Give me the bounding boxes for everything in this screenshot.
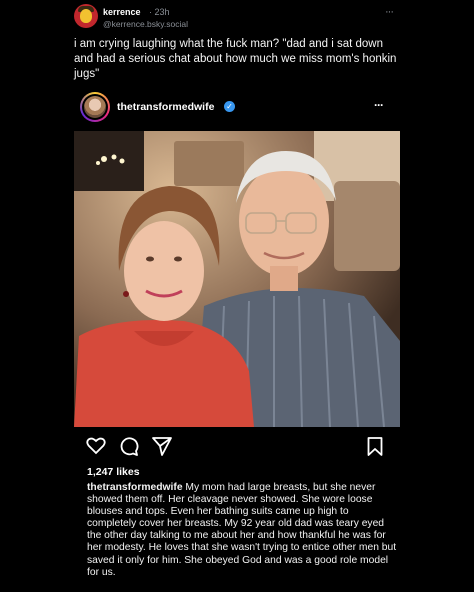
more-options-icon[interactable]: ··· — [385, 6, 394, 18]
caption-text: My mom had large breasts, but she never … — [87, 482, 397, 578]
post: kerrence · 23h @kerrence.bsky.social ···… — [0, 0, 474, 592]
embed-caption: thetransformedwife My mom had large brea… — [87, 482, 397, 579]
comment-icon[interactable] — [119, 437, 139, 456]
post-timestamp: · 23h — [149, 7, 170, 17]
bookmark-icon[interactable] — [367, 437, 383, 456]
share-icon[interactable] — [152, 437, 172, 456]
author-avatar[interactable] — [74, 4, 98, 28]
post-text: i am crying laughing what the fuck man? … — [74, 38, 397, 80]
embed-avatar[interactable] — [80, 92, 110, 122]
author-handle[interactable]: @kerrence.bsky.social — [103, 19, 188, 29]
couple-photo-illustration — [74, 131, 400, 427]
avatar-face — [80, 9, 92, 23]
likes-count[interactable]: 1,247 likes — [87, 466, 140, 478]
embed-photo — [74, 131, 400, 427]
embed-more-icon[interactable]: ··· — [374, 98, 384, 112]
embed-username[interactable]: thetransformedwife — [117, 101, 214, 113]
verified-badge-icon: ✓ — [224, 101, 235, 112]
heart-icon[interactable] — [86, 437, 106, 455]
embed-avatar-photo — [84, 96, 106, 118]
author-name[interactable]: kerrence — [103, 7, 141, 17]
caption-username[interactable]: thetransformedwife — [87, 482, 183, 493]
